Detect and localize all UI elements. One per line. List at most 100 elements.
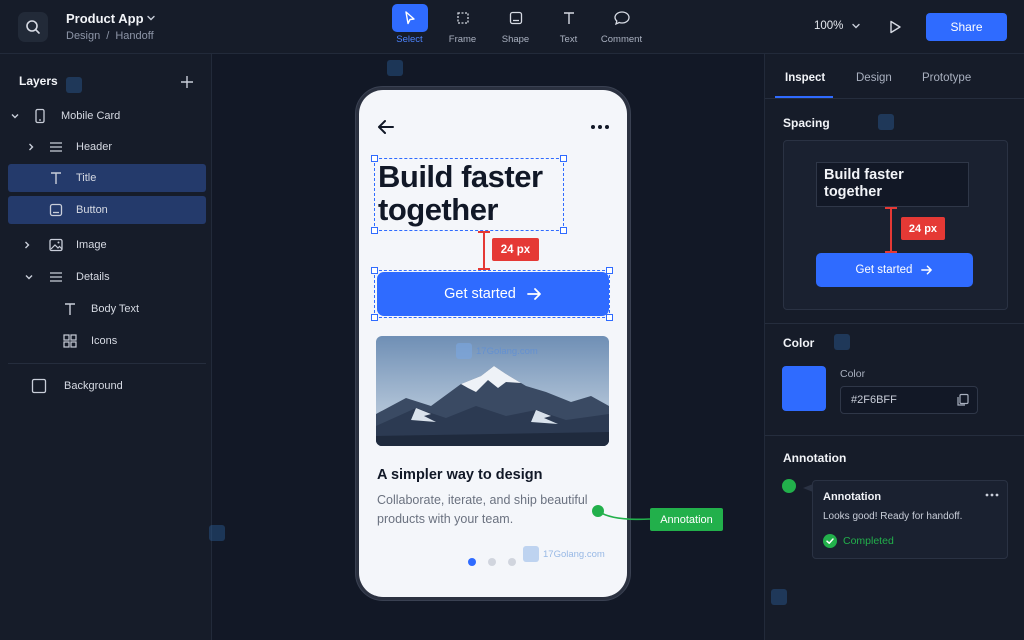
- tool-label: Shape: [501, 34, 530, 45]
- hex-value-field[interactable]: #2F6BFF: [840, 386, 978, 414]
- spacing-section-title: Spacing: [783, 116, 830, 130]
- layer-button[interactable]: Button: [8, 196, 206, 224]
- tool-comment[interactable]: Comment: [595, 4, 648, 50]
- divider: [8, 363, 206, 364]
- preview-spacing-tag: 24 px: [901, 217, 945, 240]
- preview-measure-line: [890, 208, 892, 252]
- layer-body-text[interactable]: Body Text: [8, 295, 206, 323]
- hex-value: #2F6BFF: [851, 394, 897, 406]
- chevron-right-icon[interactable]: [26, 142, 36, 152]
- chevron-right-icon[interactable]: [22, 240, 32, 250]
- copy-icon[interactable]: [956, 393, 970, 407]
- resize-handle[interactable]: [606, 267, 613, 274]
- carousel-dot[interactable]: [488, 558, 496, 566]
- check-icon: [823, 534, 837, 548]
- chevron-down-icon[interactable]: [146, 13, 156, 23]
- tab-design[interactable]: Design: [856, 72, 892, 84]
- tool-frame[interactable]: Frame: [436, 4, 489, 50]
- layer-label: Icons: [91, 335, 118, 347]
- annotation-section-title: Annotation: [783, 451, 847, 465]
- resize-handle[interactable]: [560, 155, 567, 162]
- watermark-text: 17Golang.com: [476, 345, 538, 357]
- tool-text[interactable]: Text: [542, 4, 595, 50]
- tool-label: Frame: [448, 34, 477, 45]
- resize-handle[interactable]: [371, 267, 378, 274]
- text-icon: [62, 301, 78, 317]
- layer-mobile-card[interactable]: Mobile Card: [8, 102, 206, 130]
- layers-panel: Layers Mobile Card Header Title Button I…: [0, 54, 212, 640]
- title-selection-box: [374, 158, 564, 231]
- watermark: [66, 77, 82, 93]
- preview-button: Get started: [816, 253, 973, 287]
- color-section-title: Color: [783, 336, 815, 350]
- resize-handle[interactable]: [560, 227, 567, 234]
- carousel-dot[interactable]: [508, 558, 516, 566]
- annotation-card-title: Annotation: [823, 491, 882, 503]
- tool-shape[interactable]: Shape: [489, 4, 542, 50]
- menu-icon: [48, 269, 64, 285]
- breadcrumb-item[interactable]: Handoff: [115, 30, 153, 42]
- layer-header[interactable]: Header: [8, 133, 206, 161]
- annotation-pin[interactable]: [592, 505, 604, 517]
- layer-label: Image: [76, 239, 107, 251]
- resize-handle[interactable]: [606, 314, 613, 321]
- spacing-tag: 24 px: [492, 238, 539, 261]
- add-icon[interactable]: [180, 75, 194, 89]
- annotation-card[interactable]: Annotation Looks good! Ready for handoff…: [812, 480, 1008, 559]
- annotation-tag[interactable]: Annotation: [650, 508, 723, 531]
- preview-button-label: Get started: [855, 264, 913, 276]
- button-selection-box: [374, 270, 610, 318]
- divider: [765, 98, 1024, 99]
- card-title[interactable]: A simpler way to design: [377, 467, 542, 483]
- more-icon[interactable]: [590, 123, 610, 131]
- watermark: [834, 334, 850, 350]
- layer-label: Header: [76, 141, 113, 153]
- chevron-down-icon[interactable]: [24, 272, 34, 282]
- color-swatch[interactable]: [782, 366, 826, 411]
- layer-image[interactable]: Image: [8, 231, 206, 259]
- layer-title[interactable]: Title: [8, 164, 206, 192]
- watermark: [771, 589, 787, 605]
- layer-icons[interactable]: Icons: [8, 327, 206, 355]
- arrow-right-icon: [921, 265, 933, 275]
- share-button[interactable]: Share: [926, 13, 1007, 41]
- layer-label: Background: [64, 380, 123, 392]
- grid-icon: [62, 333, 78, 349]
- color-label: Color: [840, 368, 866, 380]
- carousel-dot[interactable]: [468, 558, 476, 566]
- menu-icon: [48, 139, 64, 155]
- breadcrumb-item[interactable]: Design: [66, 30, 100, 42]
- divider: [765, 435, 1024, 436]
- tab-prototype[interactable]: Prototype: [922, 72, 971, 84]
- zoom-level[interactable]: 100%: [814, 20, 843, 32]
- card-body[interactable]: Collaborate, iterate, and ship beautiful…: [377, 491, 597, 529]
- layer-background[interactable]: Background: [8, 372, 206, 400]
- watermark: 17Golang.com: [456, 343, 538, 359]
- resize-handle[interactable]: [371, 227, 378, 234]
- watermark-text: 17Golang.com: [543, 548, 605, 560]
- search-button[interactable]: [18, 12, 48, 42]
- layer-label: Details: [76, 271, 110, 283]
- preview-title: Build faster together: [816, 162, 969, 207]
- tab-inspect[interactable]: Inspect: [785, 72, 825, 84]
- resize-handle[interactable]: [371, 155, 378, 162]
- frame-icon: [456, 12, 469, 24]
- app-title[interactable]: Product App: [66, 11, 144, 26]
- annotation-status-dot: [782, 479, 796, 493]
- tool-label: Select: [396, 34, 423, 45]
- back-arrow-icon[interactable]: [376, 118, 396, 136]
- tool-select[interactable]: Select: [383, 4, 436, 50]
- annotation-connector: [598, 510, 651, 521]
- shape-icon: [509, 11, 522, 25]
- more-icon[interactable]: [985, 493, 999, 497]
- square-icon: [31, 378, 47, 394]
- layer-details[interactable]: Details: [8, 263, 206, 291]
- tool-label: Comment: [600, 34, 643, 45]
- play-icon[interactable]: [887, 19, 903, 35]
- layers-title: Layers: [19, 74, 58, 88]
- resize-handle[interactable]: [371, 314, 378, 321]
- chevron-down-icon[interactable]: [851, 21, 861, 31]
- layer-label: Body Text: [91, 303, 140, 315]
- comment-icon: [613, 11, 630, 26]
- chevron-down-icon[interactable]: [10, 111, 20, 121]
